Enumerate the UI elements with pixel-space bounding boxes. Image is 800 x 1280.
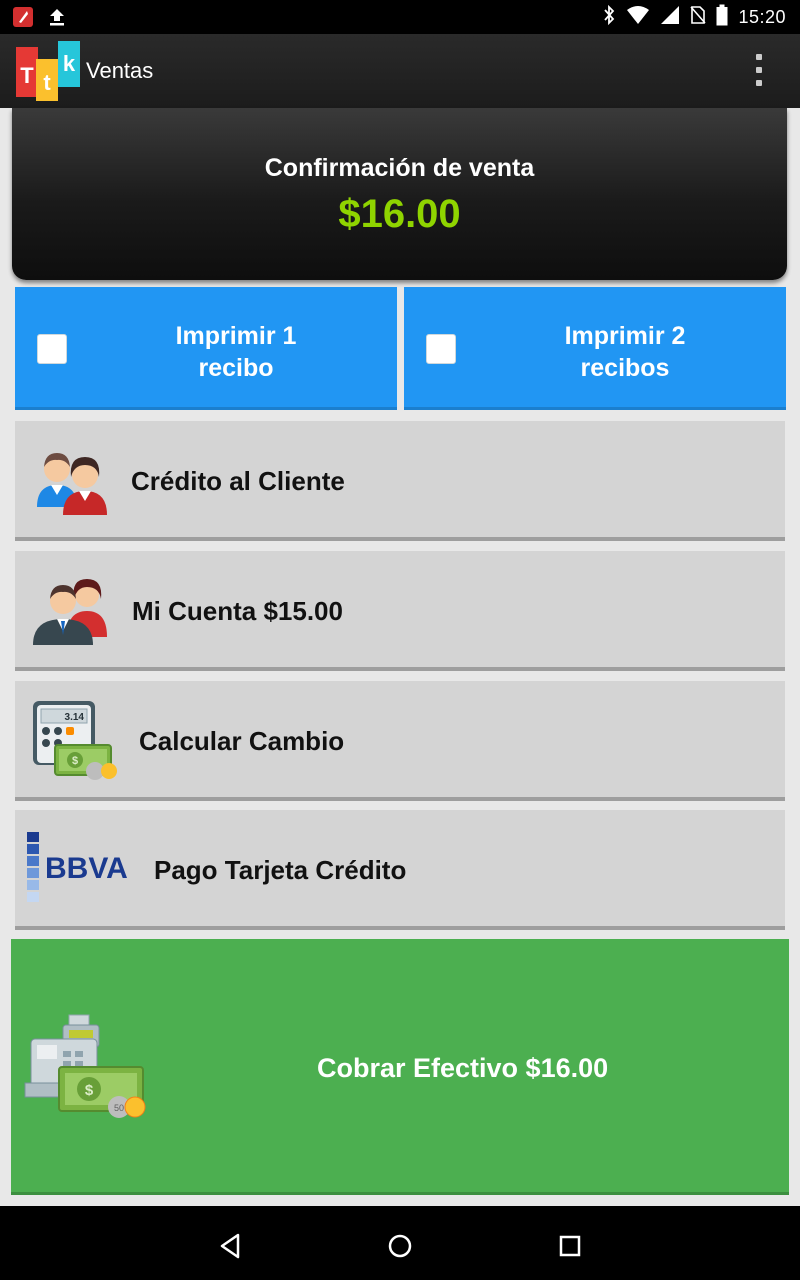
my-account-button[interactable]: Mi Cuenta $15.00 — [15, 551, 785, 671]
no-sim-icon — [690, 5, 707, 30]
print-two-receipts-button[interactable]: Imprimir 2 recibos — [404, 287, 786, 410]
confirmation-title: Confirmación de venta — [264, 154, 535, 182]
print-two-receipts-label: Imprimir 2 recibos — [564, 322, 686, 382]
upload-icon — [46, 6, 68, 33]
app-title: Ventas — [86, 58, 154, 83]
status-time: 15:20 — [738, 7, 786, 27]
svg-text:T: T — [20, 63, 34, 88]
app-bar: T t k Ventas — [0, 34, 800, 108]
charge-cash-label: Cobrar Efectivo $16.00 — [317, 1053, 609, 1083]
bluetooth-icon — [602, 4, 616, 31]
svg-text:k: k — [63, 51, 76, 76]
recents-icon[interactable] — [550, 1226, 590, 1266]
print-one-receipt-checkbox[interactable] — [37, 334, 67, 364]
app-logo[interactable]: T t k — [16, 41, 80, 101]
cash-register-icon: $ 50 — [23, 1011, 153, 1123]
battery-icon — [716, 4, 728, 31]
back-icon[interactable] — [210, 1226, 250, 1266]
svg-text:3.14: 3.14 — [65, 712, 85, 723]
customer-credit-label: Crédito al Cliente — [131, 466, 345, 496]
calculate-change-label: Calcular Cambio — [139, 726, 345, 756]
notification-app-icon — [12, 6, 34, 33]
wifi-icon — [626, 5, 650, 30]
sale-confirmation-header: Confirmación de venta $16.00 — [12, 108, 787, 280]
svg-text:t: t — [43, 70, 51, 95]
svg-text:50: 50 — [114, 1103, 124, 1113]
overflow-menu-icon[interactable] — [756, 54, 764, 86]
calculator-money-icon: 3.14 $ — [29, 701, 119, 780]
my-account-label: Mi Cuenta $15.00 — [132, 596, 343, 626]
credit-card-payment-button[interactable]: BBVA Pago Tarjeta Crédito — [15, 810, 785, 930]
credit-card-payment-label: Pago Tarjeta Crédito — [154, 855, 407, 885]
print-one-receipt-label: Imprimir 1 recibo — [175, 322, 297, 382]
home-icon[interactable] — [380, 1226, 420, 1266]
customers-icon — [29, 445, 119, 517]
account-users-icon — [29, 575, 119, 647]
charge-cash-button[interactable]: $ 50 Cobrar Efectivo $16.00 — [11, 939, 789, 1195]
bbva-logo: BBVA — [27, 830, 137, 908]
navigation-bar — [0, 1206, 800, 1280]
svg-text:$: $ — [85, 1082, 94, 1099]
calculate-change-button[interactable]: 3.14 $ Calcular Cambio — [15, 681, 785, 801]
print-one-receipt-button[interactable]: Imprimir 1 recibo — [15, 287, 397, 410]
svg-text:BBVA: BBVA — [45, 852, 128, 885]
signal-icon — [660, 5, 680, 30]
print-two-receipts-checkbox[interactable] — [426, 334, 456, 364]
sale-content: Confirmación de venta $16.00 Imprimir 1 … — [0, 108, 800, 1206]
customer-credit-button[interactable]: Crédito al Cliente — [15, 421, 785, 541]
confirmation-amount: $16.00 — [338, 192, 461, 236]
status-bar: 15:20 — [0, 0, 800, 34]
svg-text:$: $ — [72, 755, 78, 767]
